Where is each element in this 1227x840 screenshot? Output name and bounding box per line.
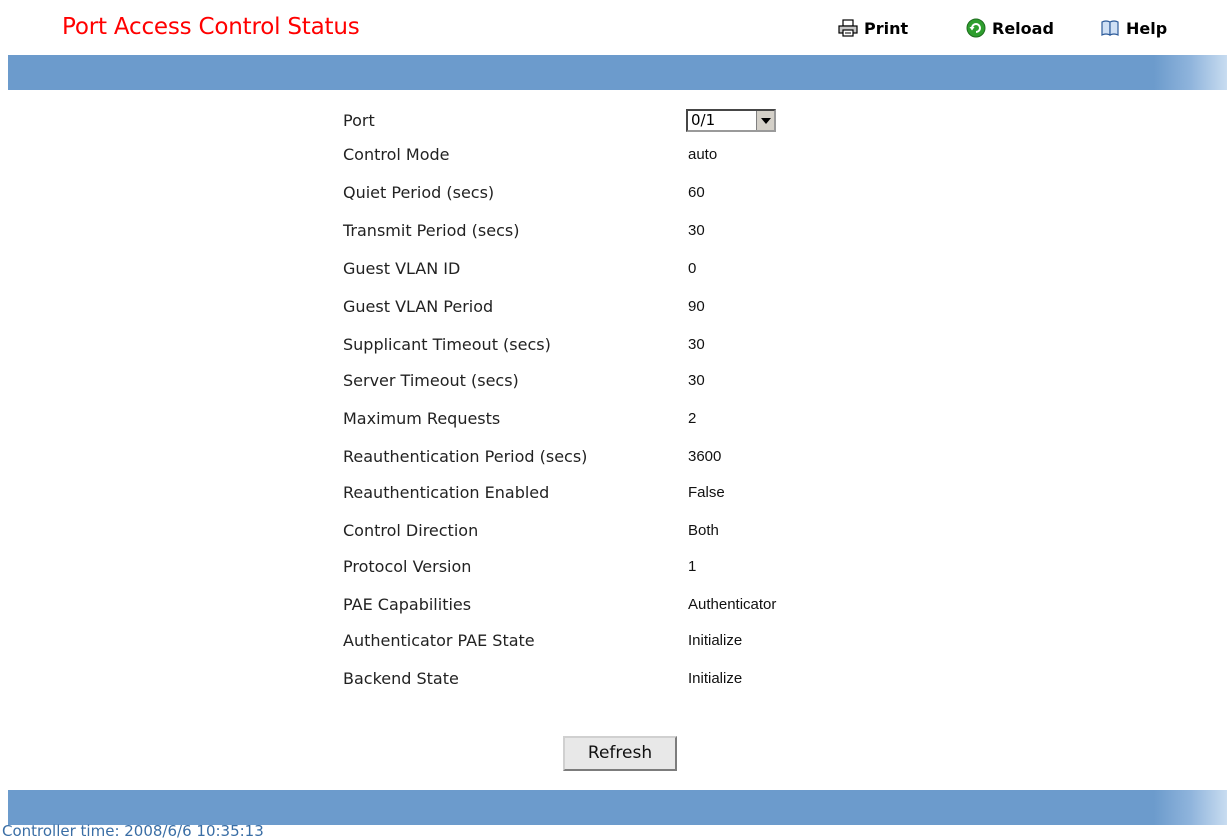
field-label: Control Mode — [343, 145, 450, 164]
page-title: Port Access Control Status — [62, 14, 360, 40]
field-row-pae-capabilities: PAE Capabilities Authenticator — [343, 588, 943, 622]
field-label: Guest VLAN ID — [343, 259, 461, 278]
field-row-control-direction: Control Direction Both — [343, 514, 943, 548]
field-label: Authenticator PAE State — [343, 631, 535, 650]
field-value: 2 — [688, 410, 697, 427]
field-row-protocol-version: Protocol Version 1 — [343, 550, 943, 584]
field-label: Port — [343, 111, 375, 130]
footer-divider-bar — [8, 790, 1227, 825]
field-row-quiet-period: Quiet Period (secs) 60 — [343, 176, 943, 210]
refresh-button[interactable]: Refresh — [563, 736, 677, 771]
field-value: Both — [688, 522, 719, 539]
dropdown-arrow-icon[interactable] — [756, 111, 774, 130]
field-value: 3600 — [688, 448, 722, 465]
reload-button[interactable]: Reload — [966, 17, 1054, 39]
field-label: Maximum Requests — [343, 409, 501, 428]
field-label: Control Direction — [343, 521, 479, 540]
field-value: 60 — [688, 184, 705, 201]
field-row-server-timeout: Server Timeout (secs) 30 — [343, 364, 943, 398]
port-select-value: 0/1 — [691, 111, 716, 129]
field-value: Authenticator — [688, 596, 777, 613]
field-value: False — [688, 484, 725, 501]
reload-icon — [966, 18, 986, 38]
field-row-supplicant-timeout: Supplicant Timeout (secs) 30 — [343, 328, 943, 362]
field-value: 30 — [688, 222, 705, 239]
help-button[interactable]: Help — [1100, 17, 1167, 39]
header-divider-bar — [8, 55, 1227, 90]
field-row-maximum-requests: Maximum Requests 2 — [343, 402, 943, 436]
field-row-reauthentication-period: Reauthentication Period (secs) 3600 — [343, 440, 943, 474]
field-row-control-mode: Control Mode auto — [343, 138, 943, 172]
field-row-reauthentication-enabled: Reauthentication Enabled False — [343, 476, 943, 510]
field-label: Quiet Period (secs) — [343, 183, 495, 202]
field-value: 0 — [688, 260, 697, 277]
field-row-guest-vlan-period: Guest VLAN Period 90 — [343, 290, 943, 324]
field-label: Reauthentication Period (secs) — [343, 447, 588, 466]
field-value: Initialize — [688, 670, 743, 687]
field-label: Guest VLAN Period — [343, 297, 494, 316]
reload-label: Reload — [992, 18, 1054, 38]
field-row-port: Port 0/1 — [343, 104, 943, 138]
field-value: Initialize — [688, 632, 743, 649]
field-value: 90 — [688, 298, 705, 315]
book-icon — [1100, 19, 1120, 37]
field-label: Backend State — [343, 669, 459, 688]
field-value: 1 — [688, 558, 697, 575]
field-label: PAE Capabilities — [343, 595, 472, 614]
print-button[interactable]: Print — [838, 17, 908, 39]
page-header: Port Access Control Status Print Reload … — [0, 0, 1227, 54]
field-value: 30 — [688, 336, 705, 353]
port-select[interactable]: 0/1 — [686, 109, 776, 132]
field-row-transmit-period: Transmit Period (secs) 30 — [343, 214, 943, 248]
field-label: Server Timeout (secs) — [343, 371, 519, 390]
field-label: Protocol Version — [343, 557, 472, 576]
help-label: Help — [1126, 18, 1168, 38]
field-label: Reauthentication Enabled — [343, 483, 550, 502]
field-label: Transmit Period (secs) — [343, 221, 520, 240]
controller-time: Controller time: 2008/6/6 10:35:13 — [2, 822, 264, 840]
printer-icon — [838, 19, 858, 37]
field-row-backend-state: Backend State Initialize — [343, 662, 943, 696]
field-label: Supplicant Timeout (secs) — [343, 335, 551, 354]
field-value: auto — [688, 146, 718, 163]
print-label: Print — [864, 18, 909, 38]
field-row-guest-vlan-id: Guest VLAN ID 0 — [343, 252, 943, 286]
field-value: 30 — [688, 372, 705, 389]
field-row-authenticator-pae-state: Authenticator PAE State Initialize — [343, 624, 943, 658]
